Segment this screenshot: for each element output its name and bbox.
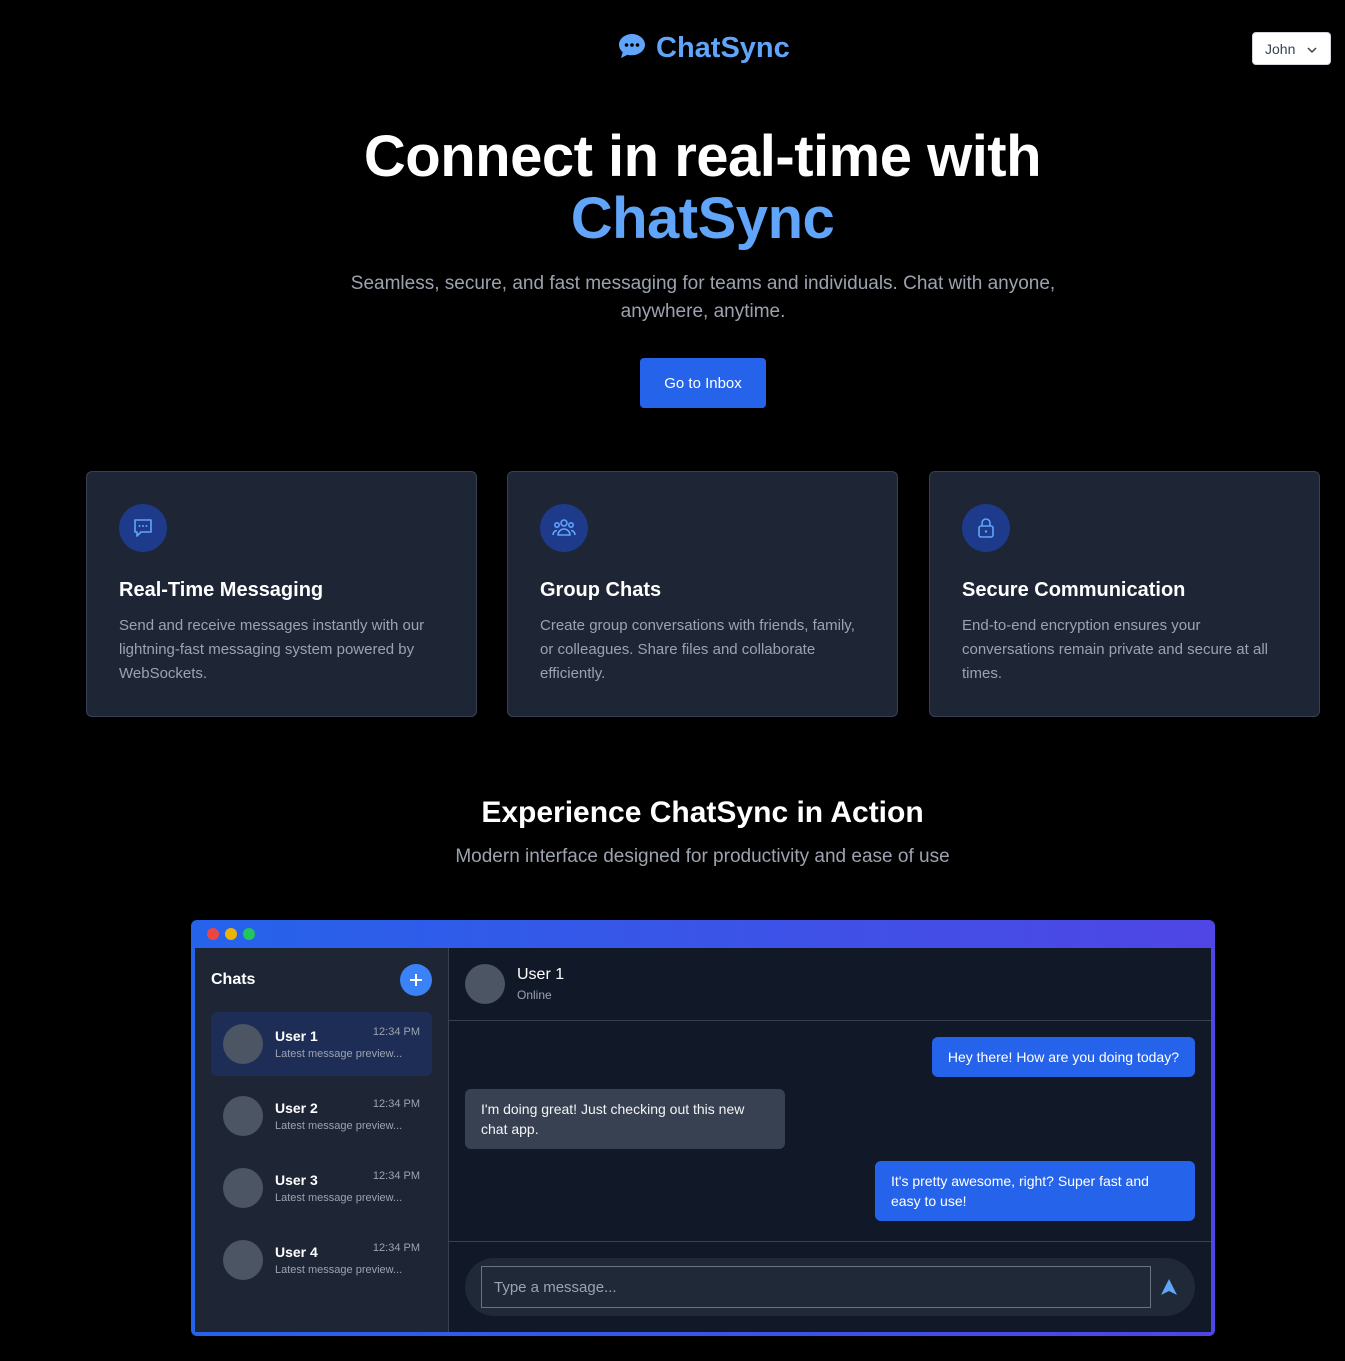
chat-header: User 1 Online: [449, 948, 1211, 1021]
chat-time: 12:34 PM: [372, 1098, 420, 1110]
feature-card-security: Secure Communication End-to-end encrypti…: [929, 471, 1320, 717]
feature-title: Secure Communication: [962, 579, 1186, 601]
message-input[interactable]: [481, 1266, 1151, 1308]
active-chat-name: User 1: [517, 966, 565, 983]
app-mockup-window: Chats User 1 Latest message preview... 1…: [191, 920, 1215, 1336]
group-icon: [540, 504, 588, 552]
go-to-inbox-button[interactable]: Go to Inbox: [640, 358, 766, 408]
hero-title-accent: ChatSync: [570, 186, 835, 251]
message-bubble-outgoing: Hey there! How are you doing today?: [931, 1037, 1195, 1077]
send-button[interactable]: [1159, 1277, 1179, 1297]
feature-title: Real-Time Messaging: [119, 579, 324, 601]
avatar: [223, 1024, 263, 1064]
window-titlebar: [195, 920, 1211, 948]
feature-text: End-to-end encryption ensures your conve…: [962, 617, 1268, 682]
chat-list: User 1 Latest message preview... 12:34 P…: [211, 1012, 432, 1292]
chevron-down-icon: [1305, 41, 1317, 57]
chat-preview: Latest message preview...: [275, 1192, 403, 1204]
chat-time: 12:34 PM: [372, 1170, 420, 1182]
avatar: [223, 1168, 263, 1208]
feature-card-messaging: Real-Time Messaging Send and receive mes…: [86, 471, 477, 717]
showcase-subtitle: Modern interface designed for productivi…: [455, 846, 950, 867]
feature-title: Group Chats: [540, 579, 662, 601]
lock-icon: [962, 504, 1010, 552]
chat-list-item[interactable]: User 1 Latest message preview... 12:34 P…: [211, 1012, 432, 1076]
avatar: [465, 964, 505, 1004]
chat-preview: Latest message preview...: [275, 1120, 403, 1132]
hero-title: Connect in real-time with ChatSync: [0, 126, 1345, 250]
feature-text: Create group conversations with friends,…: [540, 617, 855, 682]
showcase-title: Experience ChatSync in Action: [481, 796, 924, 829]
message-bubble-outgoing: It's pretty awesome, right? Super fast a…: [875, 1161, 1195, 1221]
chat-panel: User 1 Online Hey there! How are you doi…: [449, 948, 1211, 1332]
chat-time: 12:34 PM: [372, 1242, 420, 1254]
plus-icon: [410, 974, 422, 986]
message-list: Hey there! How are you doing today? I'm …: [449, 1021, 1211, 1241]
composer-area: [449, 1241, 1211, 1332]
window-maximize-dot: [243, 928, 255, 940]
chat-list-item[interactable]: User 2 Latest message preview... 12:34 P…: [211, 1084, 432, 1148]
send-icon: [1161, 1279, 1177, 1295]
sidebar-header: Chats: [211, 964, 432, 996]
hero-subtitle: Seamless, secure, and fast messaging for…: [350, 273, 1056, 322]
chat-preview: Latest message preview...: [275, 1048, 403, 1060]
user-select[interactable]: John: [1252, 32, 1331, 65]
feature-card-groups: Group Chats Create group conversations w…: [507, 471, 898, 717]
message-icon: [119, 504, 167, 552]
chat-list-item[interactable]: User 4 Latest message preview... 12:34 P…: [211, 1228, 432, 1292]
active-chat-status: Online: [517, 988, 552, 1002]
feature-text: Send and receive messages instantly with…: [119, 617, 425, 682]
chat-bubble-icon: [618, 33, 646, 64]
mockup-body: Chats User 1 Latest message preview... 1…: [195, 948, 1211, 1332]
brand-logo[interactable]: ChatSync: [618, 32, 790, 65]
chat-time: 12:34 PM: [372, 1026, 420, 1038]
avatar: [223, 1096, 263, 1136]
chat-preview: Latest message preview...: [275, 1264, 403, 1276]
new-chat-button[interactable]: [400, 964, 432, 996]
window-close-dot: [207, 928, 219, 940]
window-minimize-dot: [225, 928, 237, 940]
message-bubble-incoming: I'm doing great! Just checking out this …: [465, 1089, 785, 1149]
sidebar-title: Chats: [211, 971, 256, 988]
chat-list-item[interactable]: User 3 Latest message preview... 12:34 P…: [211, 1156, 432, 1220]
brand-name: ChatSync: [656, 32, 790, 64]
avatar: [223, 1240, 263, 1280]
user-select-value: John: [1265, 40, 1296, 57]
hero-title-line1: Connect in real-time with: [363, 124, 1042, 189]
composer: [465, 1258, 1195, 1316]
chat-sidebar: Chats User 1 Latest message preview... 1…: [195, 948, 449, 1332]
